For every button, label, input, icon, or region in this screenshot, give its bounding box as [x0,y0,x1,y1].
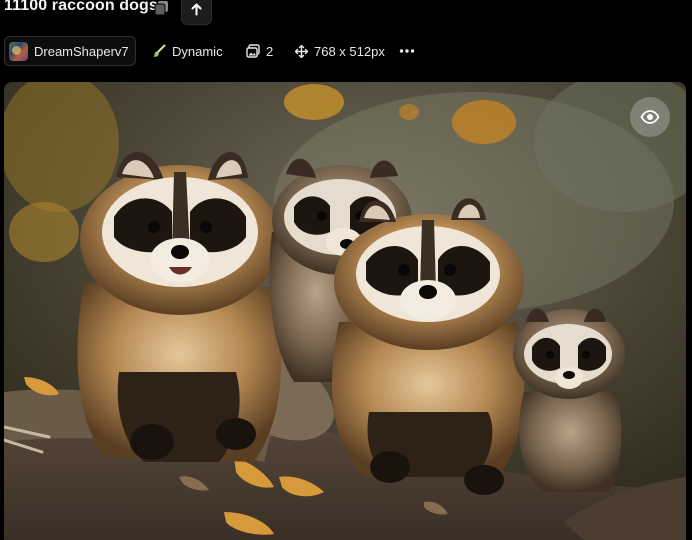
dimensions-label: 768 x 512px [314,43,385,59]
model-thumbnail [9,41,28,61]
preset-chip[interactable]: Dynamic [152,36,223,66]
preset-label: Dynamic [172,43,223,59]
images-icon [246,44,260,58]
generation-page: 11100 raccoon dogs DreamShaperv7 Dynamic [0,0,692,540]
move-arrows-icon [295,44,308,58]
model-name: DreamShaperv7 [34,43,129,59]
dimensions-chip: 768 x 512px [295,36,385,66]
upscale-button[interactable] [181,0,212,25]
image-count-chip: 2 [246,36,273,66]
visibility-toggle-button[interactable] [630,97,670,137]
more-horizontal-icon [399,49,415,53]
page-title: 11100 raccoon dogs [4,0,158,14]
generation-meta-row: DreamShaperv7 Dynamic 2 768 x 512px [0,36,692,66]
more-options-button[interactable] [399,36,421,66]
copy-icon[interactable] [154,0,170,16]
eye-icon [640,110,660,124]
title-row: 11100 raccoon dogs [0,0,692,26]
model-chip[interactable]: DreamShaperv7 [4,36,136,66]
image-count: 2 [266,43,274,59]
arrow-up-icon [191,3,202,16]
generated-image[interactable] [4,82,686,540]
raccoon-dogs-photo [4,82,686,540]
paint-brush-icon [153,44,166,57]
